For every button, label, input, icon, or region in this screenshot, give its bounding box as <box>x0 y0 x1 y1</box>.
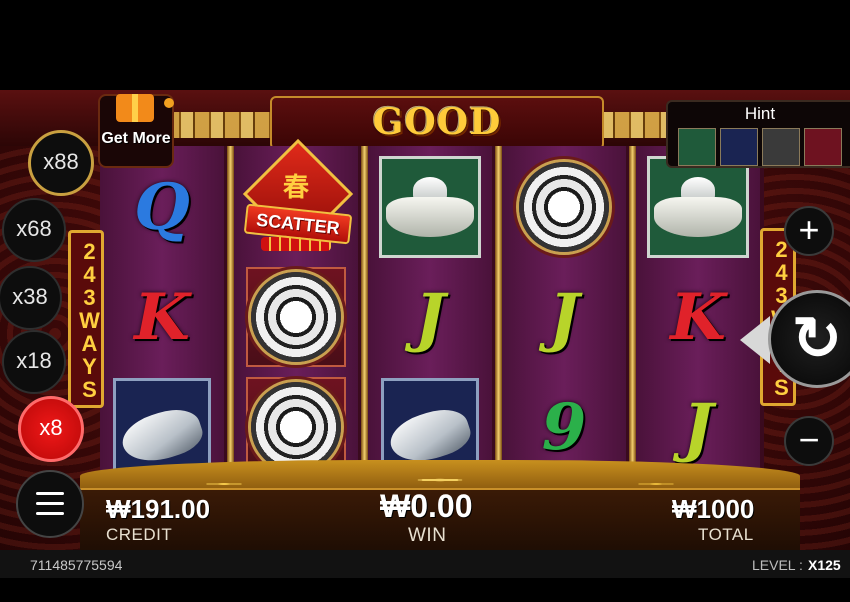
multiplier-x8: x8 <box>18 396 84 462</box>
gift-icon <box>116 94 154 122</box>
multiplier-x68: x68 <box>2 198 66 262</box>
reel-5: K J <box>636 146 760 480</box>
menu-button[interactable] <box>16 470 84 538</box>
notification-dot <box>164 98 174 108</box>
plus-button[interactable]: + <box>784 206 834 256</box>
symbol-medal <box>509 152 619 262</box>
game-title: GOOD FORTUNE <box>270 96 604 191</box>
reels-area: Q K 春 SCATTER J J 9 K J <box>100 138 764 480</box>
multiplier-x18: x18 <box>2 330 66 394</box>
game-screen: GOOD FORTUNE Q K 春 SCATTER <box>0 90 850 578</box>
menu-icon <box>36 492 64 495</box>
hint-title: Hint <box>744 104 776 123</box>
menu-icon <box>36 502 64 505</box>
minus-button[interactable]: − <box>784 416 834 466</box>
reel-2: 春 SCATTER <box>234 138 358 480</box>
reel-1: Q K <box>100 146 224 480</box>
symbol-ingot <box>375 152 485 262</box>
hint-panel[interactable]: Hint <box>666 100 850 168</box>
reel-divider <box>629 146 636 480</box>
level-value: X125 <box>808 557 841 573</box>
symbol-q: Q <box>134 169 190 245</box>
win-label: WIN <box>408 525 447 546</box>
symbol-medal <box>241 262 351 372</box>
level-label: LEVEL : <box>752 557 803 573</box>
menu-icon <box>36 512 64 515</box>
reel-divider <box>361 146 368 480</box>
credit-value: ₩191.00 <box>106 494 211 524</box>
symbol-j: J <box>414 279 446 355</box>
ways-banner-left: 243WAYS <box>68 230 104 408</box>
get-more-button[interactable]: Get More <box>98 94 174 168</box>
reel-divider <box>227 146 234 480</box>
multiplier-x88: x88 <box>28 130 94 196</box>
reel-4: J 9 <box>502 146 626 480</box>
symbol-j: J <box>548 279 580 355</box>
reel-3: J <box>368 146 492 480</box>
get-more-label: Get More <box>101 130 171 147</box>
symbol-scatter: 春 SCATTER <box>241 138 354 258</box>
win-value: ₩0.00 <box>380 488 473 524</box>
session-id: 711485775594 <box>30 557 123 573</box>
footer-bar: 711485775594 LEVEL : X125 <box>0 550 850 578</box>
spin-notch <box>740 316 770 364</box>
symbol-k: K <box>134 279 190 355</box>
refresh-icon: ↻ <box>791 305 843 372</box>
fish-icon <box>720 128 758 166</box>
total-value: ₩1000 <box>672 494 755 524</box>
multiplier-x38: x38 <box>0 266 62 330</box>
credit-label: CREDIT <box>106 525 173 544</box>
fan-icon <box>762 128 800 166</box>
reel-divider <box>495 146 502 480</box>
total-label: TOTAL <box>698 525 754 544</box>
medal-icon <box>804 128 842 166</box>
symbol-k: K <box>670 279 726 355</box>
symbol-ingot <box>643 152 753 262</box>
ingot-icon <box>678 128 716 166</box>
